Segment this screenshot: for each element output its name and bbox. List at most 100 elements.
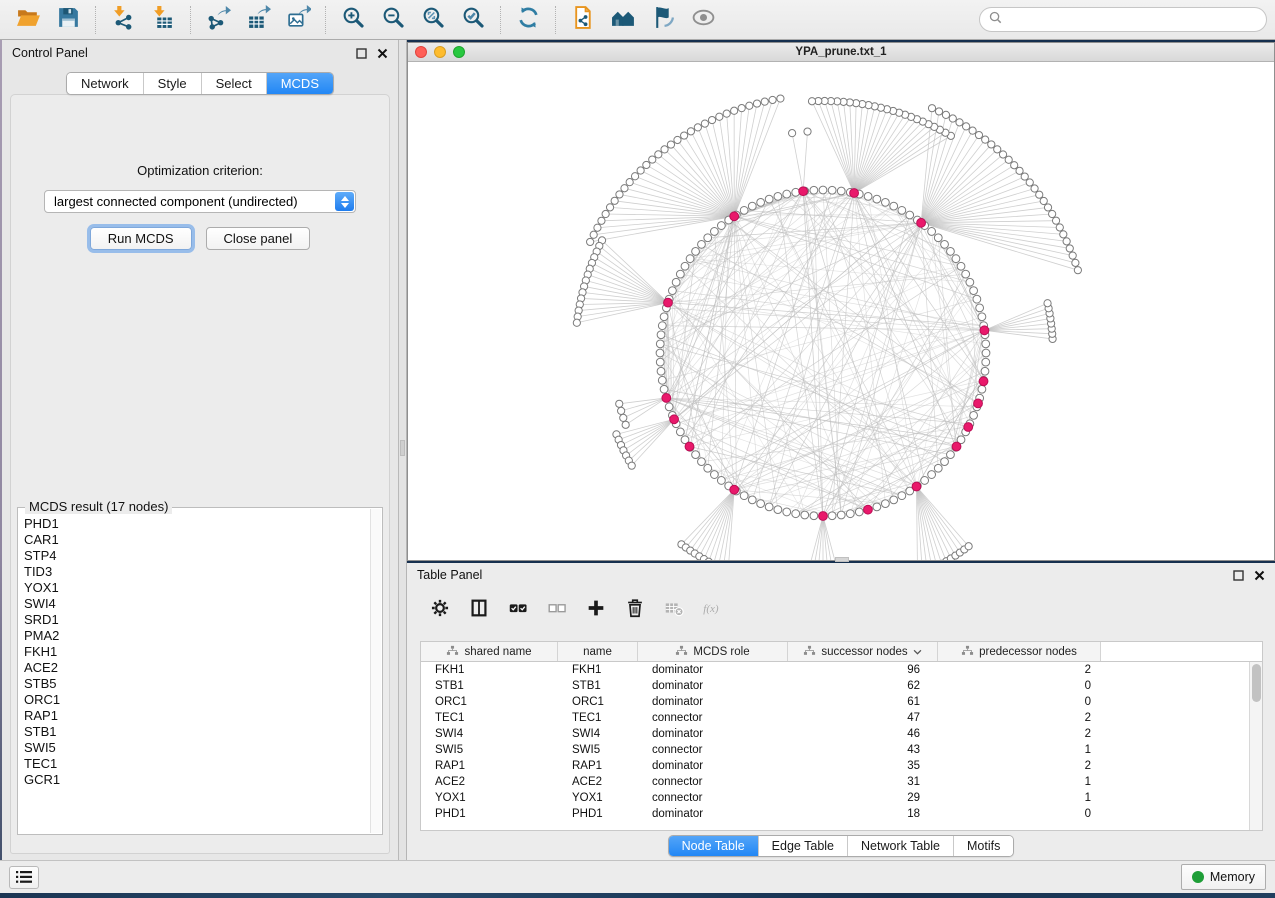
result-node[interactable]: STP4 — [24, 548, 370, 564]
table-cell: SWI5 — [421, 742, 558, 758]
splitter-grip[interactable] — [400, 440, 405, 456]
float-panel-icon[interactable] — [1233, 570, 1244, 581]
result-node[interactable]: TID3 — [24, 564, 370, 580]
flag-button[interactable] — [643, 3, 683, 37]
tab-select[interactable]: Select — [202, 73, 267, 94]
column-header-mcds-role[interactable]: MCDS role — [638, 642, 788, 661]
export-network-button[interactable] — [198, 3, 238, 37]
run-mcds-button[interactable]: Run MCDS — [90, 227, 192, 250]
add-column-button[interactable] — [585, 597, 607, 619]
result-node[interactable]: CAR1 — [24, 532, 370, 548]
select-all-rows-button[interactable] — [507, 597, 529, 619]
result-node[interactable]: FKH1 — [24, 644, 370, 660]
export-table-button[interactable] — [238, 3, 278, 37]
result-node[interactable]: PMA2 — [24, 628, 370, 644]
criterion-dropdown[interactable]: largest connected component (undirected) — [44, 190, 356, 213]
search-box[interactable] — [979, 7, 1267, 32]
export-image-button[interactable] — [278, 3, 318, 37]
tab-edge-table[interactable]: Edge Table — [759, 836, 848, 856]
result-node[interactable]: TEC1 — [24, 756, 370, 772]
graphics-details-button[interactable] — [603, 3, 643, 37]
table-cell: 96 — [788, 662, 938, 678]
table-cell — [1101, 758, 1262, 774]
table-row[interactable]: STB1STB1dominator620 — [421, 678, 1262, 694]
table-row[interactable]: ORC1ORC1dominator610 — [421, 694, 1262, 710]
clone-network-button[interactable] — [563, 3, 603, 37]
result-node[interactable]: SWI4 — [24, 596, 370, 612]
control-panel-tabs: Network Style Select MCDS — [2, 72, 398, 95]
table-row[interactable]: RAP1RAP1dominator352 — [421, 758, 1262, 774]
mcds-result-list[interactable]: PHD1CAR1STP4TID3YOX1SWI4SRD1PMA2FKH1ACE2… — [20, 516, 370, 832]
result-node[interactable]: GCR1 — [24, 772, 370, 788]
result-node[interactable]: STB1 — [24, 724, 370, 740]
close-panel-button[interactable]: Close panel — [206, 227, 311, 250]
network-titlebar[interactable]: YPA_prune.txt_1 — [408, 43, 1274, 62]
table-cell: ACE2 — [558, 774, 638, 790]
result-scrollbar[interactable] — [370, 509, 381, 833]
delete-column-button[interactable] — [624, 597, 646, 619]
result-node[interactable]: SWI5 — [24, 740, 370, 756]
result-node[interactable]: ACE2 — [24, 660, 370, 676]
eye-button[interactable] — [683, 3, 723, 37]
show-columns-button[interactable] — [468, 597, 490, 619]
import-table-button[interactable] — [143, 3, 183, 37]
zoom-fit-button[interactable] — [413, 3, 453, 37]
result-node[interactable]: ORC1 — [24, 692, 370, 708]
table-row[interactable]: YOX1YOX1connector291 — [421, 790, 1262, 806]
table-cell: 0 — [938, 678, 1101, 694]
task-history-button[interactable] — [9, 866, 39, 889]
vertical-splitter[interactable] — [399, 40, 407, 860]
zoom-selected-icon — [461, 5, 486, 35]
zoom-out-button[interactable] — [373, 3, 413, 37]
toolbar-separator — [555, 6, 556, 34]
import-table-icon — [151, 5, 176, 35]
result-node[interactable]: YOX1 — [24, 580, 370, 596]
table-cell — [1101, 710, 1262, 726]
column-header-predecessor-nodes[interactable]: predecessor nodes — [938, 642, 1101, 661]
export-network-icon — [206, 5, 231, 35]
refresh-button[interactable] — [508, 3, 548, 37]
horizontal-splitter-grip[interactable] — [835, 557, 849, 562]
table-row[interactable]: TEC1TEC1connector472 — [421, 710, 1262, 726]
close-panel-icon[interactable] — [1254, 570, 1265, 581]
table-row[interactable]: SWI5SWI5connector431 — [421, 742, 1262, 758]
column-header-shared-name[interactable]: shared name — [421, 642, 558, 661]
column-header-name[interactable]: name — [558, 642, 638, 661]
table-row[interactable]: ACE2ACE2connector311 — [421, 774, 1262, 790]
table-scrollbar[interactable] — [1249, 662, 1262, 830]
save-session-button[interactable] — [48, 3, 88, 37]
table-row[interactable]: PHD1PHD1dominator180 — [421, 806, 1262, 822]
deselect-all-rows-button[interactable] — [546, 597, 568, 619]
table-cell: 2 — [938, 758, 1101, 774]
tab-network-table[interactable]: Network Table — [848, 836, 954, 856]
network-canvas[interactable] — [408, 62, 1274, 560]
result-node[interactable]: STB5 — [24, 676, 370, 692]
search-icon — [989, 11, 1002, 29]
memory-button[interactable]: Memory — [1181, 864, 1266, 890]
search-input[interactable] — [1008, 13, 1257, 27]
tab-mcds[interactable]: MCDS — [267, 73, 333, 94]
tab-motifs[interactable]: Motifs — [954, 836, 1013, 856]
table-settings-button[interactable] — [429, 597, 451, 619]
result-node[interactable]: PHD1 — [24, 516, 370, 532]
table-row[interactable]: SWI4SWI4dominator462 — [421, 726, 1262, 742]
tab-node-table[interactable]: Node Table — [669, 836, 759, 856]
result-node[interactable]: SRD1 — [24, 612, 370, 628]
zoom-selected-button[interactable] — [453, 3, 493, 37]
column-header-successor-nodes[interactable]: successor nodes — [788, 642, 938, 661]
table-cell: TEC1 — [558, 710, 638, 726]
tab-style[interactable]: Style — [144, 73, 202, 94]
result-node[interactable]: RAP1 — [24, 708, 370, 724]
open-session-button[interactable] — [8, 3, 48, 37]
table-scrollbar-thumb[interactable] — [1252, 664, 1261, 702]
float-panel-icon[interactable] — [356, 48, 367, 59]
open-folder-icon — [16, 5, 41, 35]
table-row[interactable]: FKH1FKH1dominator962 — [421, 662, 1262, 678]
tab-network[interactable]: Network — [67, 73, 144, 94]
import-network-button[interactable] — [103, 3, 143, 37]
close-panel-icon[interactable] — [377, 48, 388, 59]
toolbar-separator — [500, 6, 501, 34]
zoom-fit-icon — [421, 5, 446, 35]
zoom-in-button[interactable] — [333, 3, 373, 37]
table-cell: 1 — [938, 742, 1101, 758]
